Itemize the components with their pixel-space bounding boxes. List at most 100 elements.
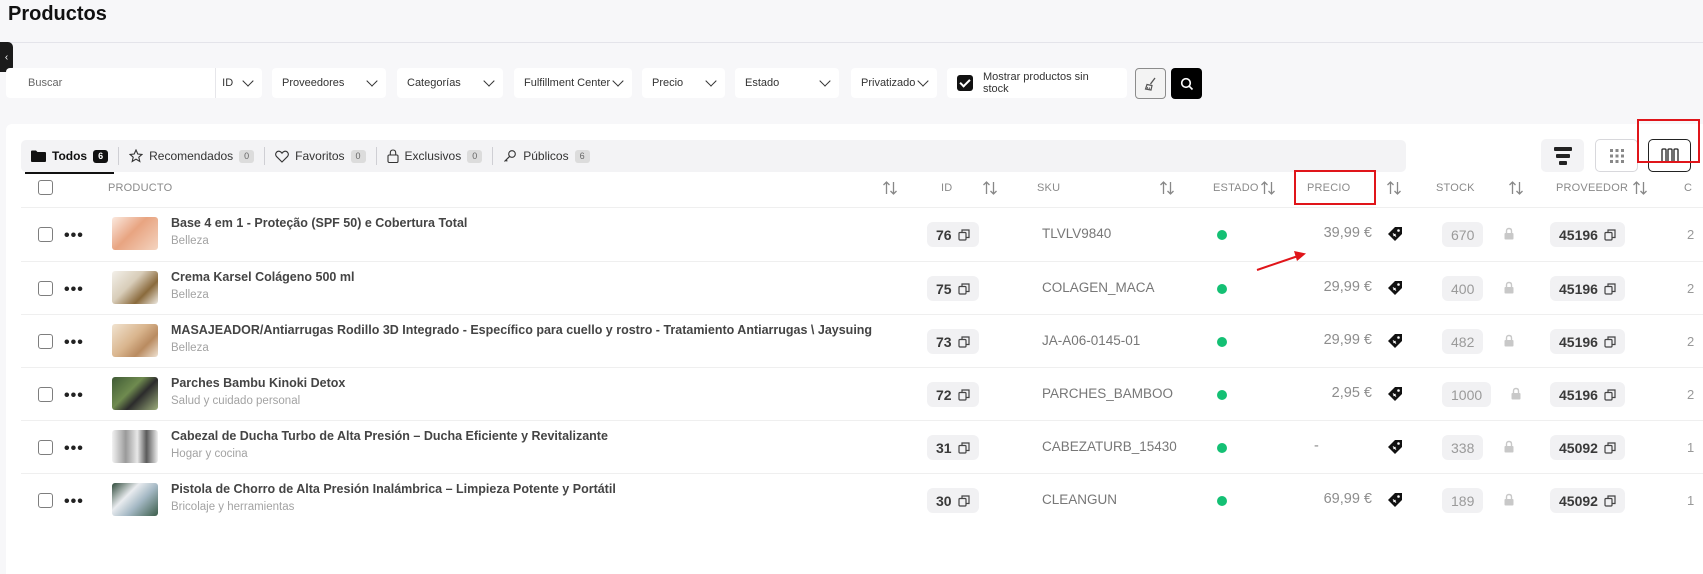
product-name[interactable]: Parches Bambu Kinoki Detox (171, 376, 345, 390)
chevron-down-icon (483, 75, 495, 87)
table-row[interactable]: ••• Cabezal de Ducha Turbo de Alta Presi… (6, 421, 1703, 474)
tab-label: Públicos (523, 149, 569, 163)
copy-icon[interactable] (957, 335, 970, 348)
sort-icon[interactable] (982, 180, 998, 196)
price-tag-icon[interactable] (1387, 226, 1403, 242)
sort-icon[interactable] (882, 180, 898, 196)
copy-icon[interactable] (1604, 282, 1616, 295)
copy-icon[interactable] (957, 282, 970, 295)
status-filter[interactable]: Estado (735, 68, 839, 98)
provider-value: 45092 (1559, 439, 1598, 456)
show-no-stock-filter[interactable]: Mostrar productos sin stock (947, 68, 1127, 98)
provider-badge[interactable]: 45196 (1550, 382, 1625, 407)
table-row[interactable]: ••• MASAJEADOR/Antiarrugas Rodillo 3D In… (6, 315, 1703, 368)
tab-favoritos[interactable]: Favoritos 0 (265, 140, 375, 172)
chevron-down-icon (366, 75, 378, 87)
table-row[interactable]: ••• Parches Bambu Kinoki Detox Salud y c… (6, 368, 1703, 421)
sort-icon[interactable] (1386, 180, 1402, 196)
price-filter[interactable]: Precio (642, 68, 725, 98)
fulfillment-filter[interactable]: Fulfillment Center (514, 68, 632, 98)
price-tag-icon[interactable] (1387, 439, 1403, 455)
tab-publicos[interactable]: Públicos 6 (493, 140, 599, 172)
tab-recomendados[interactable]: Recomendados 0 (119, 140, 264, 172)
product-name[interactable]: MASAJEADOR/Antiarrugas Rodillo 3D Integr… (171, 323, 872, 337)
search-by-select[interactable]: ID (216, 68, 262, 98)
sort-icon[interactable] (1632, 180, 1648, 196)
status-active-dot (1217, 337, 1227, 347)
sort-icon[interactable] (1159, 180, 1175, 196)
more-options-icon[interactable]: ••• (64, 387, 84, 405)
col-next: C (1684, 182, 1693, 194)
row-checkbox[interactable] (38, 387, 53, 402)
more-options-icon[interactable]: ••• (64, 440, 84, 458)
more-options-icon[interactable]: ••• (64, 281, 84, 299)
id-badge[interactable]: 76 (927, 222, 979, 247)
id-badge[interactable]: 75 (927, 276, 979, 301)
price-tag-icon[interactable] (1387, 280, 1403, 296)
provider-badge[interactable]: 45196 (1550, 276, 1625, 301)
row-checkbox[interactable] (38, 493, 53, 508)
table-row[interactable]: ••• Pistola de Chorro de Alta Presión In… (6, 474, 1703, 527)
row-checkbox[interactable] (38, 334, 53, 349)
tab-exclusivos[interactable]: Exclusivos 0 (377, 140, 493, 172)
stock-badge: 189 (1442, 488, 1484, 513)
table-row[interactable]: ••• Crema Karsel Colágeno 500 ml Belleza… (6, 262, 1703, 315)
copy-icon[interactable] (957, 494, 970, 507)
grid-view-button[interactable] (1595, 139, 1638, 172)
product-name[interactable]: Base 4 em 1 - Proteção (SPF 50) e Cobert… (171, 216, 467, 230)
provider-badge[interactable]: 45092 (1550, 488, 1625, 513)
table-row[interactable]: ••• Base 4 em 1 - Proteção (SPF 50) e Co… (6, 208, 1703, 261)
folder-icon (31, 150, 46, 162)
product-category: Hogar y cocina (171, 448, 248, 460)
row-checkbox[interactable] (38, 440, 53, 455)
copy-icon[interactable] (1604, 494, 1616, 507)
copy-icon[interactable] (1604, 335, 1616, 348)
list-view-button[interactable] (1541, 139, 1584, 172)
price-value: 69,99 € (1323, 491, 1372, 507)
row-checkbox[interactable] (38, 227, 53, 242)
price-tag-icon[interactable] (1387, 492, 1403, 508)
price-tag-icon[interactable] (1387, 333, 1403, 349)
tabs-bar: Todos 6 Recomendados 0 Favoritos 0 Exclu… (21, 140, 1406, 174)
id-badge[interactable]: 31 (927, 435, 979, 460)
product-name[interactable]: Pistola de Chorro de Alta Presión Inalám… (171, 482, 616, 496)
copy-icon[interactable] (1604, 228, 1616, 241)
product-name[interactable]: Cabezal de Ducha Turbo de Alta Presión –… (171, 429, 608, 443)
select-all-checkbox[interactable] (38, 180, 53, 195)
row-checkbox[interactable] (38, 281, 53, 296)
price-tag-icon[interactable] (1387, 386, 1403, 402)
tab-count: 0 (350, 149, 366, 163)
col-sku: SKU (1037, 182, 1061, 194)
copy-icon[interactable] (1604, 388, 1616, 401)
clear-filters-button[interactable] (1135, 68, 1166, 99)
more-options-icon[interactable]: ••• (64, 493, 84, 511)
categories-filter[interactable]: Categorías (397, 68, 503, 98)
provider-badge[interactable]: 45092 (1550, 435, 1625, 460)
copy-icon[interactable] (957, 441, 970, 454)
show-no-stock-checkbox[interactable] (957, 75, 973, 91)
product-name[interactable]: Crema Karsel Colágeno 500 ml (171, 270, 354, 284)
more-options-icon[interactable]: ••• (64, 227, 84, 245)
id-badge[interactable]: 73 (927, 329, 979, 354)
copy-icon[interactable] (1604, 441, 1616, 454)
id-value: 73 (936, 333, 952, 350)
search-button[interactable] (1171, 68, 1202, 99)
col-status: ESTADO (1213, 182, 1259, 194)
sort-icon[interactable] (1260, 180, 1276, 196)
id-badge[interactable]: 30 (927, 488, 979, 513)
search-input[interactable] (6, 69, 216, 97)
more-options-icon[interactable]: ••• (64, 334, 84, 352)
copy-icon[interactable] (957, 388, 970, 401)
tab-label: Recomendados (149, 149, 234, 163)
id-badge[interactable]: 72 (927, 382, 979, 407)
search-icon (1180, 77, 1193, 90)
copy-icon[interactable] (957, 228, 970, 241)
privatized-filter[interactable]: Privatizado (851, 68, 937, 98)
id-value: 75 (936, 280, 952, 297)
tab-todos[interactable]: Todos 6 (21, 140, 118, 174)
providers-filter[interactable]: Proveedores (272, 68, 386, 98)
provider-badge[interactable]: 45196 (1550, 222, 1625, 247)
provider-badge[interactable]: 45196 (1550, 329, 1625, 354)
stack-icon (1553, 146, 1572, 165)
sort-icon[interactable] (1508, 180, 1524, 196)
